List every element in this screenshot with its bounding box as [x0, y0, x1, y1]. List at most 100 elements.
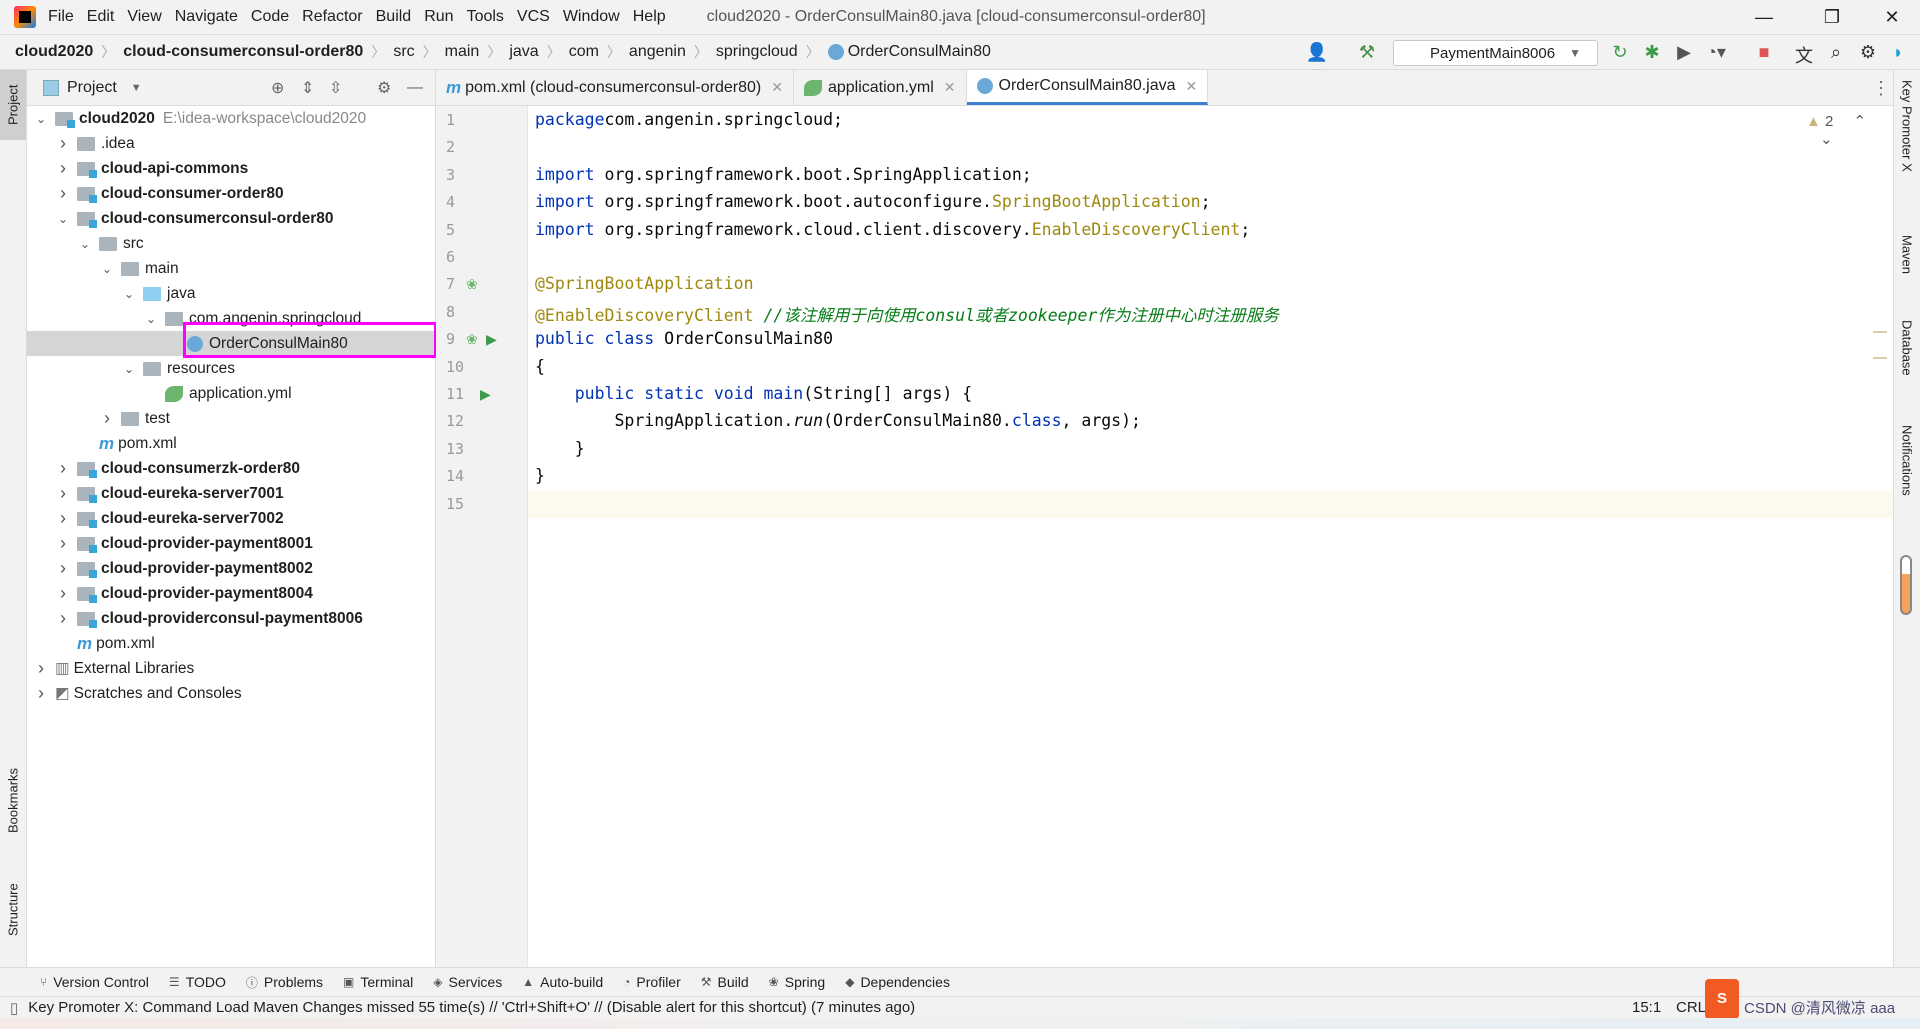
build-hammer-icon[interactable]: ⚒ [1355, 42, 1379, 63]
menu-build[interactable]: Build [376, 8, 412, 26]
tree-item[interactable]: › cloud-api-commons [27, 156, 435, 181]
stripe-tab-notifications[interactable]: Notifications [1894, 425, 1920, 545]
tree-item[interactable]: › cloud-eureka-server7002 [27, 506, 435, 531]
plugin-logo-icon[interactable]: ◗ [1886, 42, 1910, 63]
next-highlight-icon[interactable]: ⌄ [1820, 131, 1833, 148]
chevron-right-icon[interactable]: › [55, 158, 71, 179]
close-tab-icon[interactable]: ✕ [771, 79, 783, 96]
translate-icon[interactable]: 文 [1792, 42, 1816, 68]
spring-bean-icon[interactable]: ❀ [466, 276, 478, 293]
menu-file[interactable]: File [48, 8, 74, 26]
tree-item[interactable]: ⌄ cloud-consumerconsul-order80 [27, 206, 435, 231]
chevron-right-icon[interactable]: › [55, 508, 71, 529]
tree-item[interactable]: ⌄ src [27, 231, 435, 256]
gear-icon[interactable]: ⚙ [1856, 42, 1880, 63]
menu-run[interactable]: Run [424, 8, 453, 26]
spring-bean-icon[interactable]: ❀ [466, 331, 478, 348]
project-view-selector[interactable]: Project [67, 79, 117, 97]
chevron-right-icon[interactable]: › [55, 558, 71, 579]
run-gutter-icon[interactable]: ▶ [486, 331, 497, 348]
close-tab-icon[interactable]: ✕ [944, 79, 956, 96]
tree-item[interactable]: OrderConsulMain80 [27, 331, 435, 356]
breadcrumb-item[interactable]: java 〉 [509, 42, 568, 62]
tool-window-todo[interactable]: ☰ TODO [169, 974, 226, 990]
chevron-down-icon[interactable]: ⌄ [33, 112, 49, 126]
menu-code[interactable]: Code [251, 8, 289, 26]
tree-item[interactable]: › cloud-provider-payment8004 [27, 581, 435, 606]
tree-item[interactable]: › cloud-provider-payment8001 [27, 531, 435, 556]
error-stripe-mark[interactable] [1873, 357, 1887, 359]
stripe-tab-bookmarks[interactable]: Bookmarks [0, 750, 26, 850]
menu-navigate[interactable]: Navigate [175, 8, 238, 26]
tool-window-services[interactable]: ◈ Services [433, 974, 502, 990]
run-gutter-icon[interactable]: ▶ [480, 386, 491, 403]
collapse-all-icon[interactable]: ⇳ [329, 78, 342, 98]
chevron-right-icon[interactable]: › [33, 683, 49, 704]
chevron-right-icon[interactable]: › [55, 533, 71, 554]
menu-window[interactable]: Window [563, 8, 620, 26]
tree-item[interactable]: › ◩ Scratches and Consoles [27, 681, 435, 706]
chevron-right-icon[interactable]: › [99, 408, 115, 429]
tree-item[interactable]: m pom.xml [27, 631, 435, 656]
tree-item[interactable]: application.yml [27, 381, 435, 406]
chevron-right-icon[interactable]: › [55, 483, 71, 504]
run-configuration-select[interactable]: PaymentMain8006 ▼ [1393, 40, 1598, 66]
stripe-tab-structure[interactable]: Structure [0, 865, 26, 955]
tree-item[interactable]: ⌄ cloud2020 E:\idea-workspace\cloud2020 [27, 106, 435, 131]
tool-window-profiler[interactable]: ◔ Profiler [623, 974, 681, 990]
rerun-icon[interactable]: ↻ [1608, 42, 1632, 63]
menu-help[interactable]: Help [633, 8, 666, 26]
tree-item[interactable]: › cloud-providerconsul-payment8006 [27, 606, 435, 631]
close-tab-icon[interactable]: ✕ [1186, 78, 1198, 95]
inspection-widget[interactable]: ▲ 2 ⌃ ⌄ [1806, 112, 1893, 148]
close-window-button[interactable]: ✕ [1864, 0, 1920, 34]
error-stripe-mark[interactable] [1873, 331, 1887, 333]
search-icon[interactable]: ⌕ [1824, 42, 1848, 63]
hide-panel-icon[interactable]: — [407, 79, 423, 97]
previous-highlight-icon[interactable]: ⌃ [1854, 113, 1867, 130]
tree-item[interactable]: ⌄ main [27, 256, 435, 281]
menu-refactor[interactable]: Refactor [302, 8, 362, 26]
chevron-right-icon[interactable]: › [33, 658, 49, 679]
caret-position[interactable]: 15:1 [1632, 999, 1661, 1016]
menu-vcs[interactable]: VCS [517, 8, 550, 26]
menu-tools[interactable]: Tools [467, 8, 504, 26]
breadcrumb-item[interactable]: cloud-consumerconsul-order80 〉 [123, 42, 393, 62]
tab-application.yml[interactable]: application.yml ✕ [794, 70, 967, 105]
code-editor[interactable]: 1 2 3 4 5 6 7 8 9 10 11 12 13 14 15 ❀ ❀ ▶ ▶ packagecom.ang… [436, 106, 1893, 967]
breadcrumb-item[interactable]: src 〉 [393, 42, 444, 62]
chevron-right-icon[interactable]: › [55, 458, 71, 479]
tree-item[interactable]: ⌄ resources [27, 356, 435, 381]
chevron-down-icon[interactable]: ▼ [131, 82, 142, 94]
chevron-right-icon[interactable]: › [55, 133, 71, 154]
coverage-icon[interactable]: ▶ [1672, 42, 1696, 63]
tree-item[interactable]: › cloud-consumerzk-order80 [27, 456, 435, 481]
stop-icon[interactable]: ■ [1752, 42, 1776, 63]
tab-orderconsulmain80.java[interactable]: OrderConsulMain80.java ✕ [966, 70, 1209, 105]
debug-icon[interactable]: ✱ [1640, 42, 1664, 63]
memory-indicator[interactable] [1900, 555, 1912, 615]
chevron-down-icon[interactable]: ⌄ [77, 237, 93, 251]
menu-edit[interactable]: Edit [87, 8, 115, 26]
minimize-button[interactable]: — [1736, 0, 1792, 34]
chevron-down-icon[interactable]: ⌄ [121, 362, 137, 376]
stripe-tab-project[interactable]: Project [0, 70, 26, 140]
breadcrumb-item[interactable]: springcloud 〉 [716, 42, 828, 62]
stripe-tab-database[interactable]: Database [1894, 320, 1920, 420]
tool-window-dependencies[interactable]: ◆ Dependencies [845, 974, 950, 990]
breadcrumb-item[interactable]: OrderConsulMain80 [827, 43, 991, 61]
tree-item[interactable]: › cloud-consumer-order80 [27, 181, 435, 206]
tab-pom.xml[interactable]: m pom.xml (cloud-consumerconsul-order80) ✕ [436, 70, 794, 105]
tool-window-build[interactable]: ⚒ Build [701, 974, 749, 990]
tree-item[interactable]: › cloud-provider-payment8002 [27, 556, 435, 581]
tree-item[interactable]: › test [27, 406, 435, 431]
tool-window-terminal[interactable]: ▣ Terminal [343, 974, 413, 990]
breadcrumb-item[interactable]: cloud2020 〉 [15, 42, 123, 62]
profile-icon[interactable]: ◔▾ [1704, 42, 1728, 63]
tree-item[interactable]: ⌄ java [27, 281, 435, 306]
tool-window-problems[interactable]: ⓘ Problems [246, 974, 323, 991]
chevron-down-icon[interactable]: ⌄ [143, 312, 159, 326]
tool-window-auto-build[interactable]: ▲ Auto-build [522, 974, 603, 990]
breadcrumb-item[interactable]: com 〉 [569, 42, 629, 62]
gear-icon[interactable]: ⚙ [377, 78, 391, 98]
